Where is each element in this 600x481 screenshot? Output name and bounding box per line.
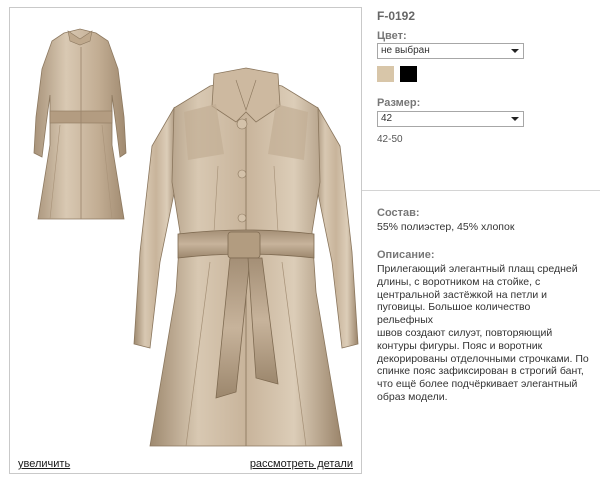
size-label: Размер: (377, 97, 421, 109)
color-select[interactable]: не выбран (377, 43, 524, 59)
color-label: Цвет: (377, 30, 407, 42)
composition-text: 55% полиэстер, 45% хлопок (377, 221, 515, 233)
chevron-down-icon (511, 49, 519, 53)
color-swatch-beige[interactable] (377, 66, 394, 82)
description-label: Описание: (377, 249, 435, 261)
composition-label: Состав: (377, 207, 420, 219)
coat-front-view-image[interactable] (130, 62, 362, 462)
description-line: Прилегающий элегантный плащ средней (377, 263, 578, 275)
product-sku: F-0192 (377, 9, 416, 23)
color-select-value: не выбран (381, 45, 430, 56)
color-swatch-black[interactable] (400, 66, 417, 82)
section-divider (362, 190, 600, 191)
chevron-down-icon (511, 117, 519, 121)
description-line: что ещё более подчёркивает элегантный (377, 378, 578, 391)
description-line: пуговицы. Большое количество рельефных (377, 301, 531, 327)
description-line: спинке пояс зафиксирован в строгий бант, (377, 365, 584, 378)
description-line: декорированы отделочными строчками. По (377, 352, 589, 365)
view-details-link[interactable]: рассмотреть детали (250, 458, 353, 470)
size-select[interactable]: 42 (377, 111, 524, 127)
zoom-link[interactable]: увеличить (18, 458, 70, 470)
description-line: образ модели. (377, 390, 448, 403)
product-gallery: увеличить рассмотреть детали (9, 7, 362, 474)
description-line: длины, с воротником на стойке, с (377, 275, 541, 288)
description-line: центральной застёжкой на петли и (377, 288, 548, 301)
description-line: контуры фигуры. Пояс и воротник (377, 339, 543, 352)
size-select-value: 42 (381, 113, 393, 124)
size-range: 42-50 (377, 134, 403, 145)
description-text: Прилегающий элегантный плащ средней длин… (377, 263, 589, 404)
description-line: швов создают силуэт, повторяющий (377, 326, 553, 339)
coat-back-view-image[interactable] (20, 25, 132, 225)
